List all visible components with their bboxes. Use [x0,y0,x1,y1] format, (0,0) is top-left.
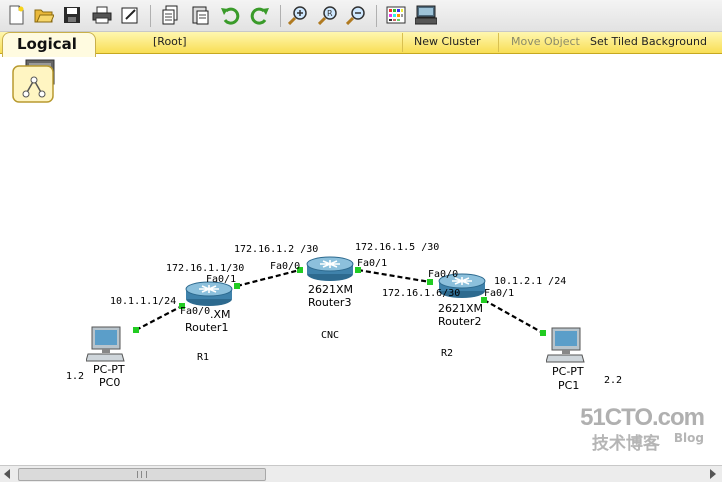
router1-name: Router1 [185,321,229,334]
router3-icon[interactable] [305,253,355,287]
custom-device-icon[interactable] [414,3,438,27]
new-icon[interactable] [4,3,28,27]
horizontal-scrollbar[interactable] [0,465,722,482]
ip-label: 10.1.2.1 /24 [494,276,567,287]
port-label: Fa0/1 [357,258,388,269]
note-label: 1.2 [66,371,85,382]
note-label: 2.2 [604,375,623,386]
pc1-icon[interactable] [545,327,586,369]
link-router1-router3 [236,268,301,288]
link-router3-router2 [357,268,431,284]
link-pc0-router1 [135,305,183,331]
link-light-pc0 [133,327,139,333]
port-label: Fa0/0 [180,306,211,317]
port-label: Fa0/0 [428,269,459,280]
watermark: 51CTO.com 技术博客 Blog [580,404,705,454]
main-toolbar: R [0,0,722,32]
port-label: Fa0/1 [484,288,515,299]
pc0-name: PC0 [99,376,121,389]
move-object-button[interactable]: Move Object [511,35,580,48]
scroll-thumb[interactable] [18,468,266,481]
paste-icon[interactable] [188,3,212,27]
new-cluster-button[interactable]: New Cluster [414,35,481,48]
link-router2-pc1 [483,299,544,334]
zoom-out-icon[interactable] [344,3,368,27]
pc1-name: PC1 [558,379,580,392]
save-icon[interactable] [60,3,84,27]
router1-model: .XM [210,308,231,321]
scroll-right-icon[interactable] [710,469,716,479]
open-icon[interactable] [32,3,56,27]
port-label: Fa0/1 [206,274,237,285]
pc1-model: PC-PT [552,365,584,378]
zoom-in-icon[interactable] [286,3,310,27]
note-label: R2 [441,348,454,359]
copy-icon[interactable] [158,3,182,27]
watermark-site: 51CTO.com [580,404,705,431]
watermark-sub: 技术博客 [591,434,660,454]
svg-text:R: R [327,9,333,18]
ip-label: 10.1.1.1/24 [110,296,177,307]
watermark-blog: Blog [673,431,704,445]
ip-label: 172.16.1.2 /30 [234,244,319,255]
port-label: Fa0/0 [270,261,301,272]
note-label: CNC [321,330,340,341]
ip-label: 172.16.1.6/30 [382,288,461,299]
ip-label: 172.16.1.1/30 [166,263,245,274]
undo-icon[interactable] [218,3,242,27]
activity-wizard-icon[interactable] [118,3,142,27]
router2-name: Router2 [438,315,482,328]
router2-model: 2621XM [438,302,484,315]
set-tiled-background-button[interactable]: Set Tiled Background [590,35,707,48]
pc0-icon[interactable] [85,326,126,368]
scroll-left-icon[interactable] [4,469,10,479]
router3-name: Router3 [308,296,352,309]
logical-tab-label: Logical [17,35,77,53]
workspace-bar: [Root] New Cluster Move Object Set Tiled… [0,32,722,54]
palette-icon[interactable] [384,3,408,27]
pc0-model: PC-PT [93,363,125,376]
zoom-reset-icon[interactable]: R [316,3,340,27]
redo-icon[interactable] [248,3,272,27]
note-label: R1 [197,352,210,363]
router3-model: 2621XM [308,283,354,296]
print-icon[interactable] [90,3,114,27]
ip-label: 172.16.1.5 /30 [355,242,440,253]
root-breadcrumb[interactable]: [Root] [153,35,187,48]
